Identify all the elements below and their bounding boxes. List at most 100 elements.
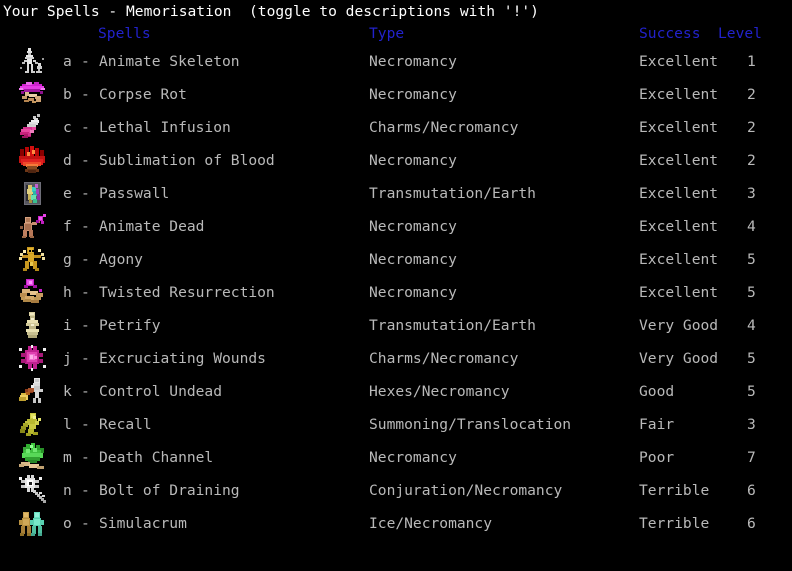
bolt-of-draining-icon <box>16 474 48 506</box>
spell-letter[interactable]: m <box>63 441 72 474</box>
spell-name[interactable]: Simulacrum <box>99 507 187 540</box>
spell-type: Necromancy <box>369 53 457 70</box>
spell-separator: - <box>81 53 90 70</box>
spell-letter[interactable]: j <box>63 342 72 375</box>
spell-separator: - <box>81 449 90 466</box>
spell-separator: - <box>81 152 90 169</box>
spell-type: Necromancy <box>369 284 457 301</box>
spell-success: Excellent <box>639 185 719 202</box>
spell-separator: - <box>81 350 90 367</box>
spell-separator: - <box>81 383 90 400</box>
spell-success: Excellent <box>639 284 719 301</box>
column-header-spells: Spells <box>98 25 151 42</box>
spell-separator: - <box>81 317 90 334</box>
spell-name[interactable]: Control Undead <box>99 375 222 408</box>
spell-level: 5 <box>747 251 756 268</box>
spell-row[interactable]: a - Animate Skeleton Necromancy Excellent 1 <box>0 45 792 78</box>
spell-name[interactable]: Petrify <box>99 309 161 342</box>
column-header-success: Success <box>639 25 701 42</box>
spell-row[interactable]: b - Corpse Rot Necromancy Excellent 2 <box>0 78 792 111</box>
spell-letter[interactable]: b <box>63 78 72 111</box>
spell-letter[interactable]: c <box>63 111 72 144</box>
spell-level: 5 <box>747 350 756 367</box>
spell-row[interactable]: g - Agony Necromancy Excellent 5 <box>0 243 792 276</box>
control-undead-icon <box>16 375 48 407</box>
spell-row[interactable]: i - Petrify Transmutation/Earth Very Good 4 <box>0 309 792 342</box>
spell-letter[interactable]: a <box>63 45 72 78</box>
spell-row[interactable]: f - Animate Dead Necromancy Excellent 4 <box>0 210 792 243</box>
spell-memorisation-screen: Your Spells - Memorisation (toggle to de… <box>0 0 792 571</box>
spell-name[interactable]: Passwall <box>99 177 169 210</box>
spell-level: 3 <box>747 185 756 202</box>
animate-dead-icon <box>16 210 48 242</box>
spell-success: Good <box>639 383 675 400</box>
spell-letter[interactable]: g <box>63 243 72 276</box>
column-header-level: Level <box>718 25 762 42</box>
spell-row[interactable]: m - Death Channel Necromancy Poor 7 <box>0 441 792 474</box>
spell-level: 2 <box>747 119 756 136</box>
corpse-rot-icon <box>16 78 48 110</box>
spell-type: Transmutation/Earth <box>369 185 536 202</box>
spell-level: 3 <box>747 416 756 433</box>
spell-separator: - <box>81 86 90 103</box>
spell-letter[interactable]: o <box>63 507 72 540</box>
spell-row[interactable]: j - Excruciating Wounds Charms/Necromancy Ve… <box>0 342 792 375</box>
table-header-row: Spells Type Success Level <box>0 24 792 44</box>
spell-type: Necromancy <box>369 218 457 235</box>
spell-separator: - <box>81 416 90 433</box>
spell-separator: - <box>81 482 90 499</box>
spell-letter[interactable]: d <box>63 144 72 177</box>
spell-type: Necromancy <box>369 449 457 466</box>
spell-name[interactable]: Lethal Infusion <box>99 111 231 144</box>
spell-row[interactable]: l - Recall Summoning/Translocation Fair 3 <box>0 408 792 441</box>
spell-letter[interactable]: i <box>63 309 72 342</box>
spell-name[interactable]: Excruciating Wounds <box>99 342 266 375</box>
spell-letter[interactable]: e <box>63 177 72 210</box>
spell-type: Conjuration/Necromancy <box>369 482 563 499</box>
spell-name[interactable]: Recall <box>99 408 152 441</box>
spell-name[interactable]: Animate Dead <box>99 210 204 243</box>
spell-success: Very Good <box>639 350 719 367</box>
spell-level: 5 <box>747 284 756 301</box>
animate-skeleton-icon <box>16 45 48 77</box>
spell-row[interactable]: o - Simulacrum Ice/Necromancy Terrible 6 <box>0 507 792 540</box>
spell-letter[interactable]: h <box>63 276 72 309</box>
spell-level: 6 <box>747 515 756 532</box>
spell-level: 4 <box>747 317 756 334</box>
spell-success: Excellent <box>639 53 719 70</box>
spell-letter[interactable]: l <box>63 408 72 441</box>
spell-letter[interactable]: k <box>63 375 72 408</box>
spell-success: Fair <box>639 416 675 433</box>
spell-name[interactable]: Corpse Rot <box>99 78 187 111</box>
spell-type: Charms/Necromancy <box>369 119 519 136</box>
spell-row[interactable]: n - Bolt of Draining Conjuration/Necromancy… <box>0 474 792 507</box>
spell-level: 7 <box>747 449 756 466</box>
spell-separator: - <box>81 284 90 301</box>
spell-level: 2 <box>747 152 756 169</box>
spell-name[interactable]: Agony <box>99 243 143 276</box>
spell-separator: - <box>81 251 90 268</box>
spell-letter[interactable]: n <box>63 474 72 507</box>
simulacrum-icon <box>16 507 48 539</box>
spell-success: Poor <box>639 449 675 466</box>
spell-letter[interactable]: f <box>63 210 72 243</box>
page-title: Your Spells - Memorisation (toggle to de… <box>3 3 539 20</box>
spell-separator: - <box>81 119 90 136</box>
lethal-infusion-icon <box>16 111 48 143</box>
spell-row[interactable]: k - Control Undead Hexes/Necromancy Good 5 <box>0 375 792 408</box>
spell-row[interactable]: h - Twisted Resurrection Necromancy Excellen… <box>0 276 792 309</box>
spell-row[interactable]: c - Lethal Infusion Charms/Necromancy Excell… <box>0 111 792 144</box>
spell-row[interactable]: e - Passwall Transmutation/Earth Excellent 3 <box>0 177 792 210</box>
spell-row[interactable]: d - Sublimation of Blood Necromancy Excellen… <box>0 144 792 177</box>
spell-separator: - <box>81 185 90 202</box>
spell-type: Ice/Necromancy <box>369 515 493 532</box>
spell-name[interactable]: Sublimation of Blood <box>99 144 275 177</box>
spell-success: Terrible <box>639 515 710 532</box>
spell-name[interactable]: Bolt of Draining <box>99 474 240 507</box>
spell-name[interactable]: Animate Skeleton <box>99 45 240 78</box>
spell-name[interactable]: Twisted Resurrection <box>99 276 275 309</box>
sublimation-of-blood-icon <box>16 144 48 176</box>
spell-name[interactable]: Death Channel <box>99 441 213 474</box>
spell-type: Charms/Necromancy <box>369 350 519 367</box>
spell-success: Excellent <box>639 251 719 268</box>
